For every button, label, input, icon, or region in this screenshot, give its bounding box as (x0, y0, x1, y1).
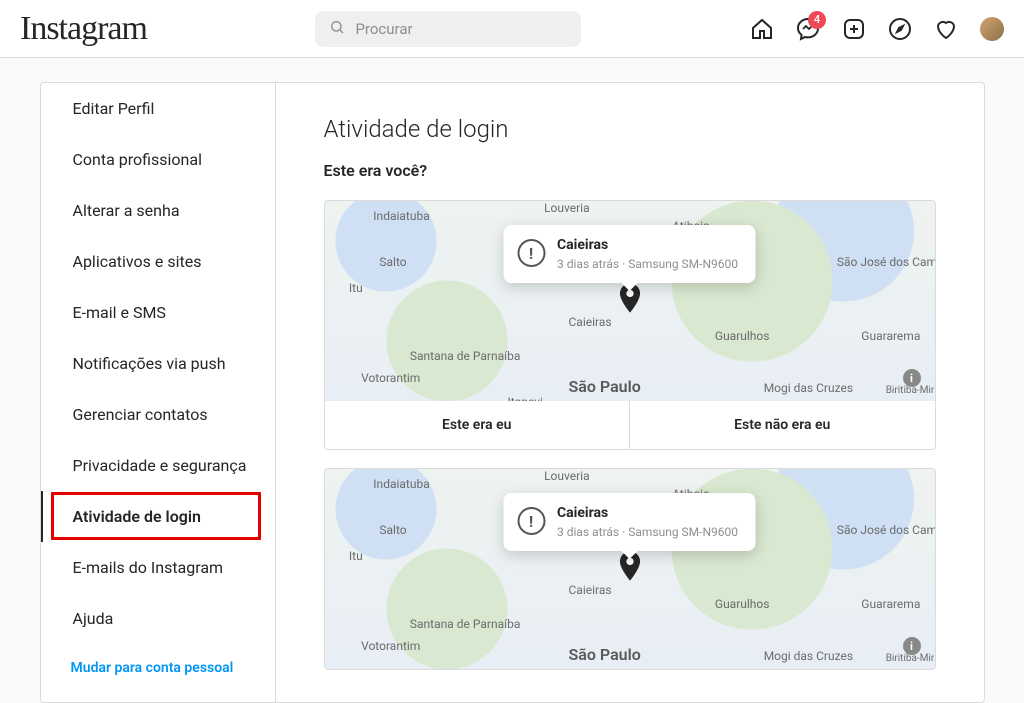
map-label: Mogi das Cruzes (764, 649, 853, 663)
sidebar-item-professional-account[interactable]: Conta profissional (41, 134, 275, 185)
settings-page: Editar Perfil Conta profissional Alterar… (40, 82, 985, 703)
home-icon[interactable] (750, 17, 774, 41)
login-meta: 3 dias atrás · Samsung SM-N9600 (557, 257, 738, 271)
sidebar-item-help[interactable]: Ajuda (41, 593, 275, 644)
login-map[interactable]: Indaiatuba Louveria Atibaia Salto Itu Sã… (325, 201, 935, 401)
top-bar: Instagram Procurar 4 (0, 0, 1024, 58)
explore-icon[interactable] (888, 17, 912, 41)
map-info-icon[interactable]: i (903, 637, 921, 655)
sidebar-item-instagram-emails[interactable]: E-mails do Instagram (41, 542, 275, 593)
login-location: Caieiras (557, 505, 738, 521)
map-label: Santana de Parnaíba (410, 617, 520, 631)
map-label: Caieiras (569, 315, 612, 329)
map-info-icon[interactable]: i (903, 369, 921, 387)
activity-heart-icon[interactable] (934, 17, 958, 41)
map-label: Indaiatuba (373, 209, 429, 223)
messenger-badge: 4 (808, 11, 826, 29)
login-info-popup: ! Caieiras 3 dias atrás · Samsung SM-N96… (503, 225, 756, 283)
switch-account-link[interactable]: Mudar para conta pessoal (41, 644, 275, 692)
sidebar-item-manage-contacts[interactable]: Gerenciar contatos (41, 389, 275, 440)
map-label: São José dos Campos (837, 523, 935, 537)
login-location: Caieiras (557, 237, 738, 253)
map-label: São Paulo (569, 377, 641, 396)
sidebar-item-apps-websites[interactable]: Aplicativos e sites (41, 236, 275, 287)
map-label: Santana de Parnaíba (410, 349, 520, 363)
alert-icon: ! (517, 507, 545, 535)
login-activity-card: Indaiatuba Louveria Atibaia Salto Itu Sã… (324, 468, 936, 670)
map-label: Itu (349, 549, 363, 563)
messenger-icon[interactable]: 4 (796, 17, 820, 41)
map-label: Guarulhos (715, 597, 770, 611)
sidebar-item-email-sms[interactable]: E-mail e SMS (41, 287, 275, 338)
map-label: Itu (349, 281, 363, 295)
sidebar-item-change-password[interactable]: Alterar a senha (41, 185, 275, 236)
settings-sidebar: Editar Perfil Conta profissional Alterar… (41, 83, 276, 702)
map-label: Votorantim (361, 639, 420, 653)
sidebar-item-edit-profile[interactable]: Editar Perfil (41, 83, 275, 134)
map-label: Salto (379, 255, 406, 269)
alert-icon: ! (517, 239, 545, 267)
this-was-me-button[interactable]: Este era eu (325, 401, 630, 449)
map-label: São José dos Campos (837, 255, 935, 269)
map-label: Louveria (544, 201, 590, 215)
page-subtitle: Este era você? (324, 161, 936, 180)
page-title: Atividade de login (324, 115, 936, 143)
login-map[interactable]: Indaiatuba Louveria Atibaia Salto Itu Sã… (325, 469, 935, 669)
login-meta: 3 dias atrás · Samsung SM-N9600 (557, 525, 738, 539)
content-area: Atividade de login Este era você? Indaia… (276, 83, 984, 702)
map-label: Louveria (544, 469, 590, 483)
map-label: Guarulhos (715, 329, 770, 343)
new-post-icon[interactable] (842, 17, 866, 41)
map-label: Votorantim (361, 371, 420, 385)
map-label: Itapevi (508, 395, 543, 401)
login-card-actions: Este era eu Este não era eu (325, 401, 935, 449)
map-label: Caieiras (569, 583, 612, 597)
search-input[interactable]: Procurar (315, 11, 581, 47)
this-was-not-me-button[interactable]: Este não era eu (629, 401, 935, 449)
search-icon (329, 19, 345, 39)
map-label: Indaiatuba (373, 477, 429, 491)
instagram-logo[interactable]: Instagram (20, 10, 147, 48)
map-label: Mogi das Cruzes (764, 381, 853, 395)
map-label: Salto (379, 523, 406, 537)
nav-icons: 4 (750, 17, 1004, 41)
map-label: Guararema (861, 597, 920, 611)
sidebar-item-privacy-security[interactable]: Privacidade e segurança (41, 440, 275, 491)
map-label: Guararema (861, 329, 920, 343)
search-placeholder: Procurar (355, 20, 412, 38)
map-label: São Paulo (569, 645, 641, 664)
sidebar-item-push-notifications[interactable]: Notificações via push (41, 338, 275, 389)
sidebar-item-login-activity[interactable]: Atividade de login (41, 491, 275, 542)
login-info-popup: ! Caieiras 3 dias atrás · Samsung SM-N96… (503, 493, 756, 551)
login-activity-card: Indaiatuba Louveria Atibaia Salto Itu Sã… (324, 200, 936, 450)
avatar[interactable] (980, 17, 1004, 41)
